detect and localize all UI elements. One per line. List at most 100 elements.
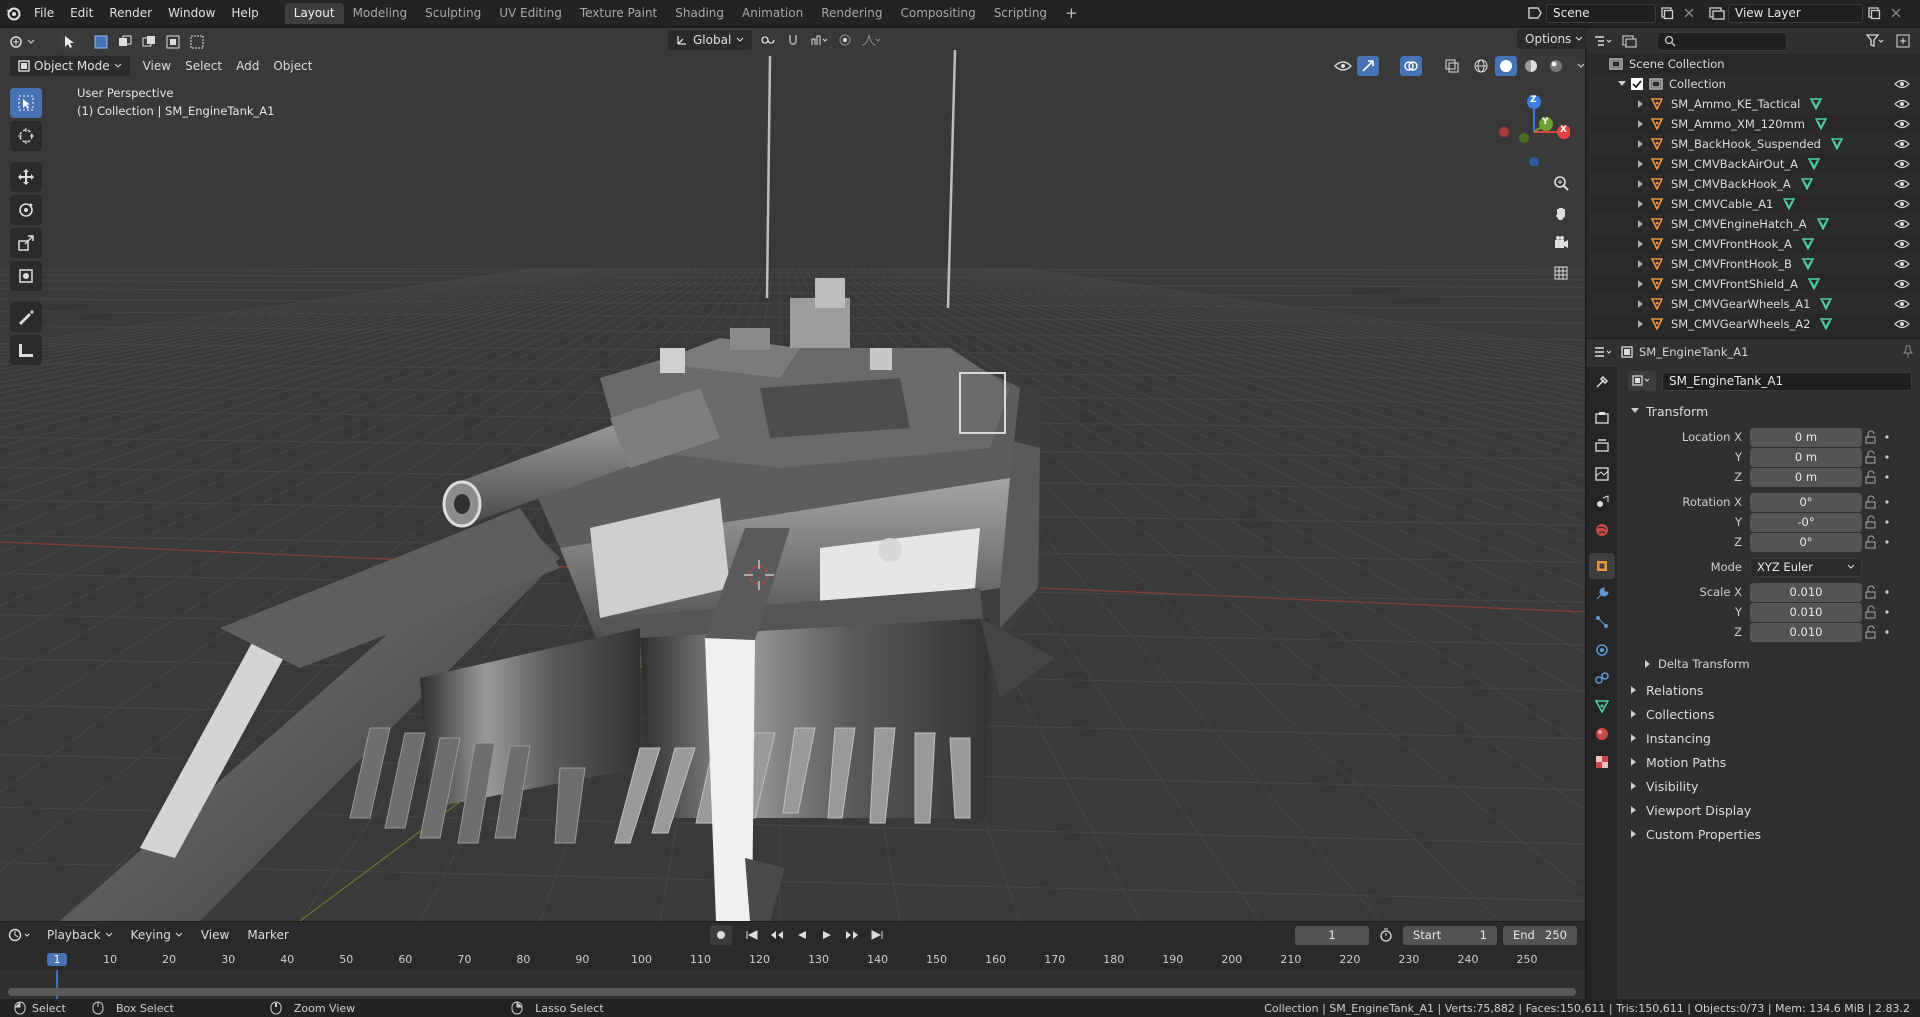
object-data-tab[interactable] [1589,693,1615,719]
rotation-x-field[interactable]: 0° [1750,492,1862,512]
outliner-object-row[interactable]: SM_CMVGearWheels_A1 [1587,294,1920,314]
pin-icon[interactable] [1902,345,1914,359]
select-new-icon[interactable] [90,32,112,52]
rotation-z-field[interactable]: 0° [1750,532,1862,552]
menu-edit[interactable]: Edit [62,0,101,27]
properties-panel-header[interactable]: Instancing [1620,726,1920,750]
move-tool[interactable] [10,162,42,192]
render-tab[interactable] [1589,405,1615,431]
camera-view-icon[interactable] [1548,230,1574,256]
delta-transform-subpanel[interactable]: Delta Transform [1620,652,1920,676]
tab-layout[interactable]: Layout [284,2,344,24]
outliner-object-row[interactable]: SM_CMVBackHook_A [1587,174,1920,194]
tab-uv-editing[interactable]: UV Editing [490,3,571,24]
world-tab[interactable] [1589,517,1615,543]
properties-editor-type-icon[interactable] [1593,342,1615,362]
new-collection-icon[interactable] [1892,31,1914,51]
new-scene-icon[interactable] [1656,3,1678,23]
options-dropdown[interactable]: Options [1517,29,1592,49]
tab-compositing[interactable]: Compositing [891,3,984,24]
material-tab[interactable] [1589,721,1615,747]
outliner-search-input[interactable] [1657,31,1787,51]
object-browse-icon[interactable] [1628,371,1656,391]
rotate-tool[interactable] [10,195,42,225]
annotate-tool[interactable] [10,302,42,332]
select-intersect-icon[interactable] [186,32,208,52]
lock-icon[interactable] [1862,605,1892,619]
cursor-tool[interactable] [10,121,42,151]
location-y-field[interactable]: 0 m [1750,447,1862,467]
object-mode-dropdown[interactable]: Object Mode [10,56,130,76]
properties-panel-header[interactable]: Motion Paths [1620,750,1920,774]
delete-view-layer-icon[interactable] [1885,3,1907,23]
menu-view[interactable]: View [136,56,178,76]
properties-panel-header[interactable]: Collections [1620,702,1920,726]
end-frame-field[interactable]: End 250 [1503,925,1577,945]
object-tab[interactable] [1589,553,1615,579]
lock-icon[interactable] [1862,625,1892,639]
properties-panel-header[interactable]: Visibility [1620,774,1920,798]
properties-panel-header[interactable]: Custom Properties [1620,822,1920,846]
lock-icon[interactable] [1862,470,1892,484]
view-layer-tab[interactable] [1589,461,1615,487]
lock-icon[interactable] [1862,495,1892,509]
tab-modeling[interactable]: Modeling [344,3,417,24]
modifiers-tab[interactable] [1589,581,1615,607]
tab-rendering[interactable]: Rendering [812,3,891,24]
tab-sculpting[interactable]: Sculpting [416,3,490,24]
select-tool-icon[interactable] [58,32,80,52]
add-workspace-button[interactable]: + [1056,3,1087,24]
rotation-mode-dropdown[interactable]: XYZ Euler [1750,557,1862,577]
play-reverse-icon[interactable] [791,925,813,945]
outliner-object-row[interactable]: SM_CMVBackAirOut_A [1587,154,1920,174]
next-keyframe-icon[interactable] [841,925,863,945]
properties-panel-header[interactable]: Viewport Display [1620,798,1920,822]
object-name-field[interactable]: SM_EngineTank_A1 [1662,371,1912,391]
scene-browse-icon[interactable] [1524,3,1546,23]
blender-logo-icon[interactable] [0,0,26,27]
tab-shading[interactable]: Shading [666,3,733,24]
navigation-gizmo[interactable]: Z X Y [1490,86,1570,166]
outliner-collection-row[interactable]: Collection [1587,74,1920,94]
particles-tab[interactable] [1589,609,1615,635]
overlays-toggle-icon[interactable] [1400,56,1422,76]
outliner-object-row[interactable]: SM_Ammo_XM_120mm [1587,114,1920,134]
outliner-object-row[interactable]: SM_CMVEngineHatch_A [1587,214,1920,234]
outliner-editor-type-icon[interactable] [1593,31,1615,51]
tab-animation[interactable]: Animation [733,3,812,24]
shading-wireframe-icon[interactable] [1470,56,1492,76]
delete-scene-icon[interactable] [1678,3,1700,23]
timeline-editor-type-icon[interactable] [8,925,30,945]
transform-panel-header[interactable]: Transform [1620,399,1920,423]
select-invert-icon[interactable] [162,32,184,52]
pivot-point-icon[interactable] [756,30,778,50]
menu-render[interactable]: Render [101,0,160,27]
current-frame-marker[interactable]: 1 [47,953,67,966]
scale-x-field[interactable]: 0.010 [1750,582,1862,602]
jump-start-icon[interactable] [741,925,763,945]
viewport-scene[interactable] [0,28,1585,921]
scale-z-field[interactable]: 0.010 [1750,622,1862,642]
lock-icon[interactable] [1862,515,1892,529]
location-z-field[interactable]: 0 m [1750,467,1862,487]
current-frame-field[interactable]: 1 [1295,925,1369,945]
new-view-layer-icon[interactable] [1863,3,1885,23]
texture-tab[interactable] [1589,749,1615,775]
tab-texture-paint[interactable]: Texture Paint [571,3,666,24]
location-x-field[interactable]: 0 m [1750,427,1862,447]
outliner-object-row[interactable]: SM_CMVFrontHook_B [1587,254,1920,274]
select-extend-icon[interactable] [114,32,136,52]
output-tab[interactable] [1589,433,1615,459]
lock-icon[interactable] [1862,450,1892,464]
timeline-scrollbar[interactable] [8,988,1576,996]
view-layer-icon[interactable] [1706,3,1728,23]
scene-name-field[interactable]: Scene [1546,3,1656,23]
outliner[interactable]: Scene Collection Collection SM_Ammo_KE_T… [1587,28,1920,338]
jump-end-icon[interactable] [866,925,888,945]
playback-dropdown[interactable]: Playback [40,925,120,945]
start-frame-field[interactable]: Start 1 [1403,925,1497,945]
scale-tool[interactable] [10,228,42,258]
outliner-object-row[interactable]: SM_CMVCable_A1 [1587,194,1920,214]
zoom-icon[interactable] [1548,170,1574,196]
timeline-view-menu[interactable]: View [194,925,236,945]
